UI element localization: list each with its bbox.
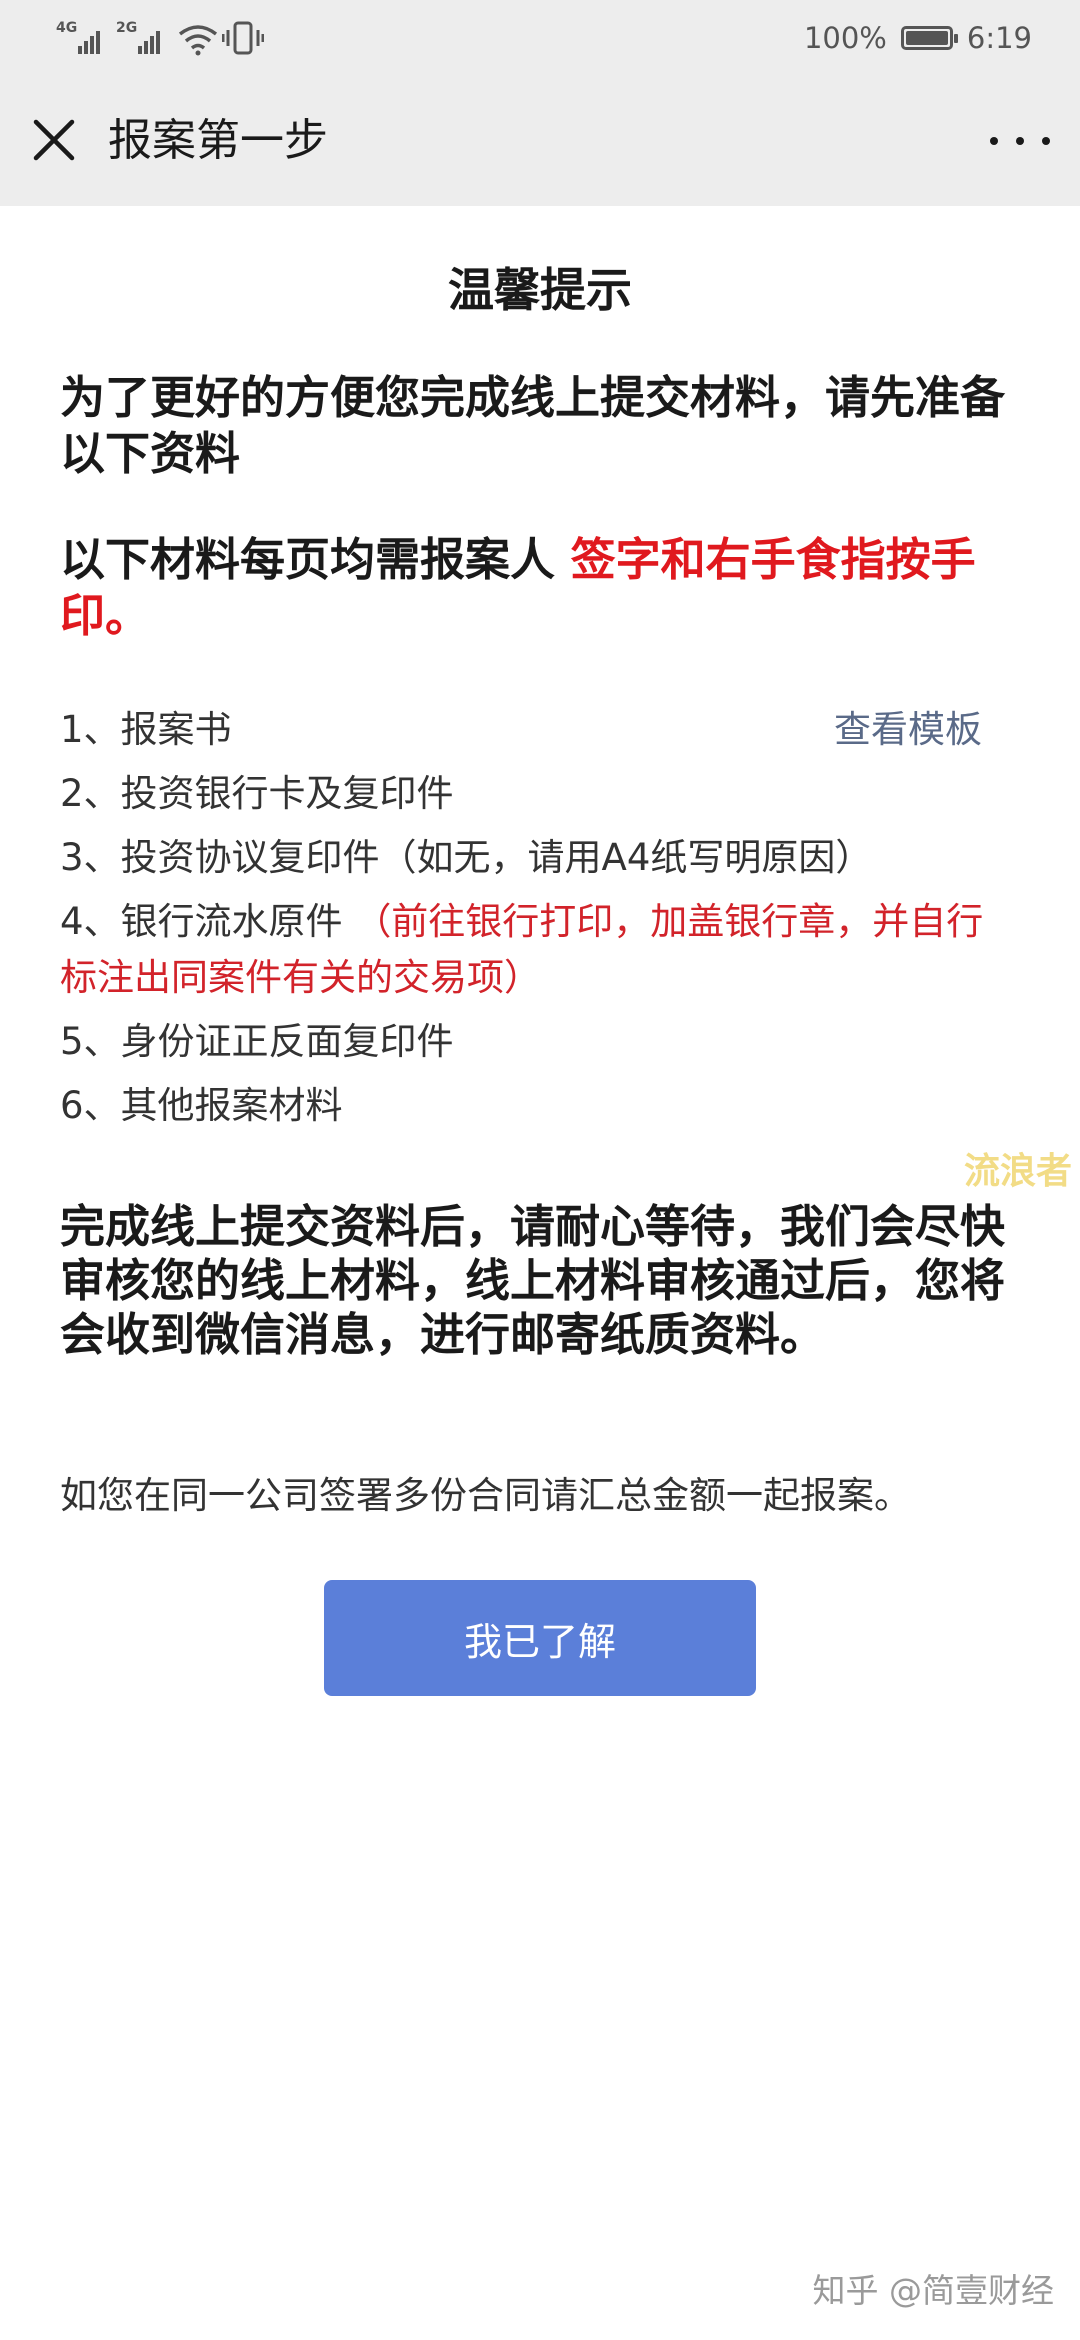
status-bar: 4G 2G 100% 6:19	[0, 0, 1080, 76]
list-item: 2、投资银行卡及复印件	[60, 766, 1020, 822]
page-title: 报案第一步	[108, 115, 328, 166]
list-item-text: 2、投资银行卡及复印件	[60, 772, 454, 815]
wifi-icon	[178, 25, 218, 56]
view-template-link[interactable]: 查看模板	[834, 702, 982, 758]
network-type-label: 4G	[56, 20, 78, 36]
signal-icon: 4G	[56, 20, 116, 54]
signature-requirement: 以下材料每页均需报案人 签字和右手食指按手印。	[60, 532, 1020, 644]
side-watermark: 流浪者	[963, 1151, 1072, 1192]
battery-percent: 100%	[803, 21, 887, 55]
clock: 6:19	[966, 21, 1032, 55]
signal-icon: 2G	[116, 20, 176, 54]
status-right: 100% 6:19	[804, 18, 1032, 58]
list-item-text: 1、报案书	[60, 708, 232, 751]
footer-watermark: 知乎 @简壹财经	[812, 2271, 1055, 2310]
more-icon[interactable]	[990, 116, 1050, 166]
list-item: 6、其他报案材料	[60, 1078, 1020, 1134]
merge-contracts-note: 如您在同一公司签署多份合同请汇总金额一起报案。	[60, 1474, 911, 1517]
acknowledge-button[interactable]: 我已了解	[324, 1580, 756, 1696]
list-item: 1、报案书 查看模板	[60, 702, 1020, 758]
list-item-text: 5、身份证正反面复印件	[60, 1020, 454, 1063]
nav-bar: 报案第一步	[0, 76, 1080, 206]
list-item: 5、身份证正反面复印件	[60, 1014, 1020, 1070]
close-icon[interactable]	[28, 114, 80, 166]
after-submit-note: 完成线上提交资料后，请耐心等待，我们会尽快审核您的线上材料，线上材料审核通过后，…	[60, 1200, 1006, 1361]
list-item: 3、投资协议复印件（如无，请用A4纸写明原因）	[60, 830, 1020, 886]
network-type-label: 2G	[116, 20, 138, 36]
list-item-text: 6、其他报案材料	[60, 1084, 343, 1127]
list-item-text: 3、投资协议复印件（如无，请用A4纸写明原因）	[60, 836, 873, 879]
list-item-text: 4、银行流水原件	[60, 900, 355, 943]
materials-list: 1、报案书 查看模板 2、投资银行卡及复印件 3、投资协议复印件（如无，请用A4…	[60, 702, 1020, 1142]
notice-intro: 为了更好的方便您完成线上提交材料，请先准备以下资料	[60, 371, 1006, 480]
battery-icon	[900, 26, 958, 50]
signature-requirement-text: 以下材料每页均需报案人	[60, 533, 571, 586]
notice-heading: 温馨提示	[448, 263, 632, 317]
vibrate-icon	[222, 21, 264, 55]
list-item: 4、银行流水原件 （前往银行打印，加盖银行章，并自行标注出同案件有关的交易项）	[60, 894, 1020, 1006]
